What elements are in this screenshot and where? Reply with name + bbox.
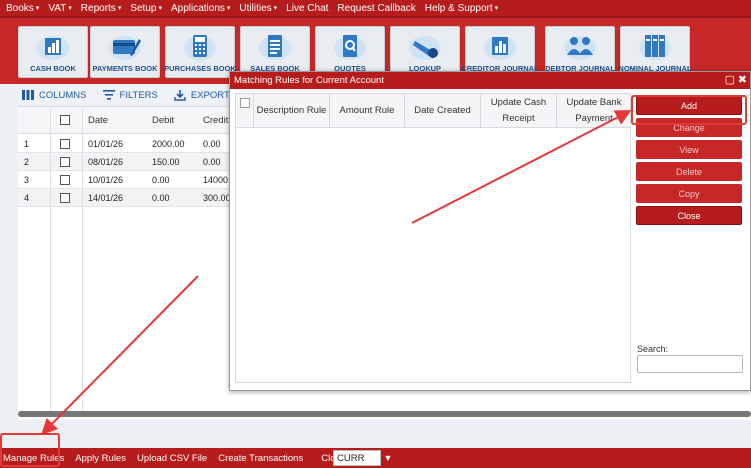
annotation-arrows bbox=[41, 110, 632, 435]
arrow-to-manage-rules bbox=[41, 275, 199, 435]
arrow-to-add bbox=[411, 110, 632, 224]
